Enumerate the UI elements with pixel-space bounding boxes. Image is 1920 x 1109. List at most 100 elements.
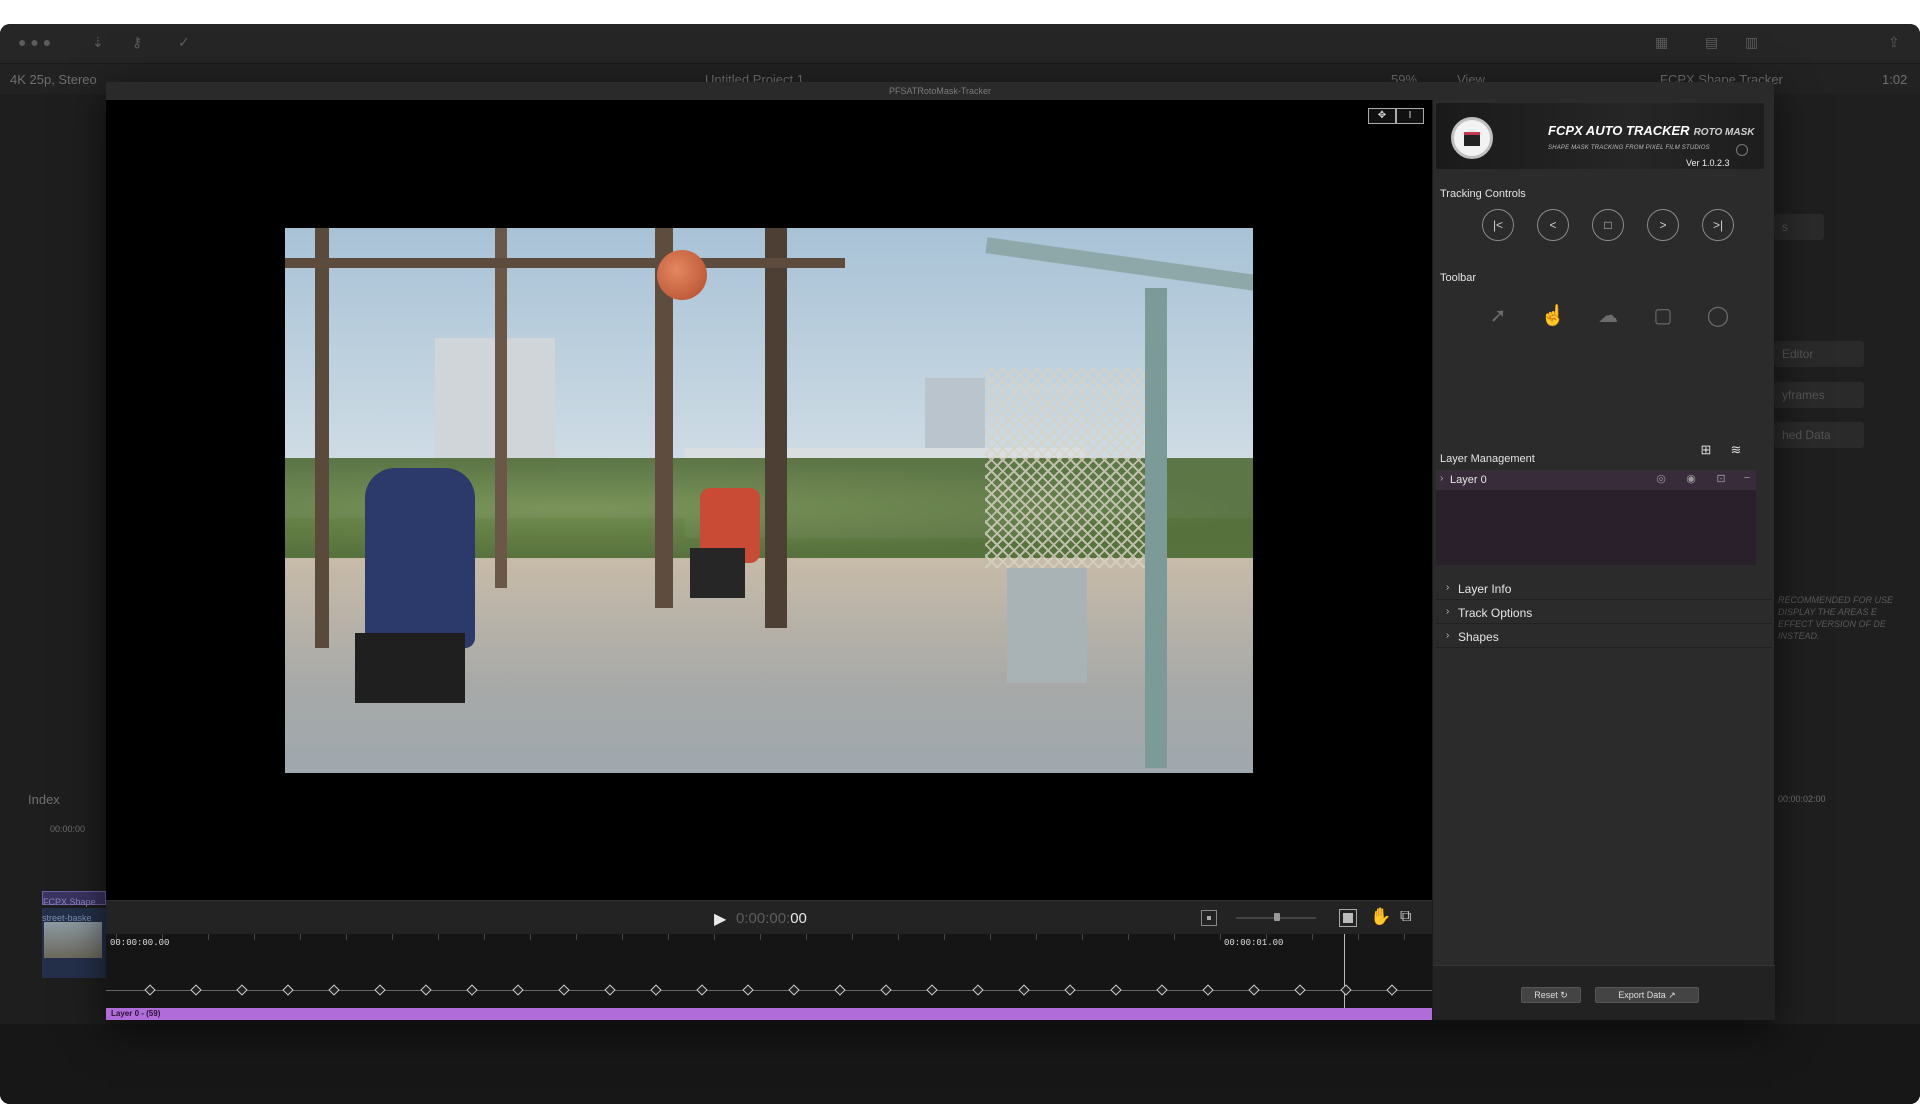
keyframe-marker[interactable]	[236, 984, 248, 996]
keyframe-marker[interactable]	[512, 984, 524, 996]
video-viewer[interactable]: ✥ I	[106, 100, 1432, 900]
stop-icon[interactable]: □	[1592, 209, 1624, 241]
section-layer-info[interactable]: › Layer Info	[1436, 578, 1772, 600]
keyframe-marker[interactable]	[604, 984, 616, 996]
duration: 1:02	[1882, 72, 1908, 87]
timeline-tick	[530, 934, 531, 940]
player-left	[365, 468, 475, 648]
key-icon[interactable]: ⚷	[132, 34, 142, 51]
add-layer-icon[interactable]: ⊞	[1696, 440, 1716, 460]
skip-to-start-icon[interactable]: |<	[1482, 209, 1514, 241]
keyframe-marker[interactable]	[880, 984, 892, 996]
net	[985, 368, 1145, 568]
reset-button[interactable]: Reset ↻	[1521, 987, 1581, 1003]
layout-icon-3[interactable]: ▥	[1745, 34, 1758, 51]
timeline-tick	[484, 934, 485, 940]
keyframe-marker[interactable]	[374, 984, 386, 996]
export-label: Export Data	[1618, 990, 1666, 1000]
layer-row[interactable]: › Layer 0 ◎ ◉ ⊡ −	[1436, 470, 1756, 490]
reset-label: Reset	[1534, 990, 1558, 1000]
pointer-icon[interactable]: ➚	[1482, 300, 1514, 332]
keyframe-marker[interactable]	[282, 984, 294, 996]
chevron-right-icon[interactable]: ›	[1440, 473, 1443, 484]
keyframe-marker[interactable]	[558, 984, 570, 996]
keyframe-marker[interactable]	[650, 984, 662, 996]
ellipse-icon[interactable]: ◯	[1702, 300, 1734, 332]
power-icon[interactable]	[1736, 144, 1748, 156]
rectangle-icon[interactable]: ▢	[1647, 300, 1679, 332]
freehand-shape-icon[interactable]: ☁	[1592, 300, 1624, 332]
keyframe-marker[interactable]	[972, 984, 984, 996]
timeline-tick	[392, 934, 393, 940]
keyframe-marker[interactable]	[1386, 984, 1398, 996]
video-frame[interactable]	[285, 228, 1253, 773]
target-icon[interactable]: ◎	[1652, 472, 1670, 488]
keyframe-marker[interactable]	[420, 984, 432, 996]
keyframe-marker[interactable]	[834, 984, 846, 996]
play-icon[interactable]: ▶	[714, 909, 726, 929]
keyframe-marker[interactable]	[466, 984, 478, 996]
keyframe-marker[interactable]	[788, 984, 800, 996]
unlock-icon[interactable]: ⊡	[1712, 472, 1730, 488]
hoop-pole	[1145, 288, 1167, 768]
timeline-tick	[438, 934, 439, 940]
camera-icon[interactable]: ⧉	[1400, 908, 1411, 926]
zoom-out-icon[interactable]	[1201, 910, 1217, 926]
banner-title-sub: ROTO MASK	[1693, 127, 1755, 138]
export-data-button[interactable]: Export Data ↗	[1595, 987, 1699, 1003]
step-forward-icon[interactable]: >	[1647, 209, 1679, 241]
clip-basket[interactable]: street-baske	[42, 908, 106, 978]
clip-thumbnail	[44, 922, 102, 958]
remove-icon[interactable]: −	[1738, 472, 1756, 488]
timeline-start-time: 00:00:00.00	[110, 938, 170, 948]
section-shapes[interactable]: › Shapes	[1436, 626, 1772, 648]
timeline-tick	[346, 934, 347, 940]
layout-icon-2[interactable]: ▤	[1705, 34, 1718, 51]
keyframe-marker[interactable]	[1064, 984, 1076, 996]
layers-icon[interactable]: ≋	[1726, 440, 1746, 460]
keyframe-marker[interactable]	[1294, 984, 1306, 996]
keyframe-marker[interactable]	[1248, 984, 1260, 996]
clip-shape[interactable]: FCPX Shape	[42, 891, 106, 907]
zoom-slider-knob[interactable]	[1274, 913, 1280, 921]
layer-management-label: Layer Management	[1440, 453, 1535, 465]
keyframe-marker[interactable]	[144, 984, 156, 996]
skip-to-end-icon[interactable]: >|	[1702, 209, 1734, 241]
zoom-in-icon[interactable]	[1339, 909, 1357, 927]
keyframe-marker[interactable]	[328, 984, 340, 996]
transport-bar: ▶ 0:00:00:00 ✋ ⧉	[106, 900, 1432, 934]
keyframe-marker[interactable]	[1156, 984, 1168, 996]
keyframe-marker[interactable]	[926, 984, 938, 996]
move-tool-icon[interactable]: ✥	[1368, 108, 1396, 124]
share-icon[interactable]: ⇪	[1888, 34, 1900, 51]
index-tab[interactable]: Index	[28, 792, 60, 807]
keyframe-marker[interactable]	[742, 984, 754, 996]
step-back-icon[interactable]: <	[1537, 209, 1569, 241]
layer-bar[interactable]: Layer 0 - (59)	[106, 1008, 1432, 1020]
hand-select-icon[interactable]: ☝	[1537, 300, 1569, 332]
check-icon[interactable]: ✓	[178, 34, 190, 51]
section-track-options[interactable]: › Track Options	[1436, 602, 1772, 624]
timeline-tick	[300, 934, 301, 940]
plugin-window: PFSATRotoMask-Tracker ✥ I ▶ 0:00:00:00 ✋…	[106, 82, 1775, 1020]
keyframe-marker[interactable]	[696, 984, 708, 996]
index-timecode: 00:00:00	[50, 824, 86, 834]
keyframe-marker[interactable]	[190, 984, 202, 996]
timeline-tick	[208, 934, 209, 940]
playhead[interactable]	[1344, 934, 1345, 1008]
eye-icon[interactable]: ◉	[1682, 472, 1700, 488]
chevron-right-icon: ›	[1446, 606, 1450, 617]
text-cursor-icon[interactable]: I	[1396, 108, 1424, 124]
chevron-right-icon: ›	[1446, 630, 1450, 641]
timeline-tick	[944, 934, 945, 940]
timeline-tick	[990, 934, 991, 940]
keyframe-marker[interactable]	[1202, 984, 1214, 996]
layout-icon[interactable]: ▦	[1655, 34, 1668, 51]
pole-2	[495, 228, 507, 588]
keyframe-marker[interactable]	[1018, 984, 1030, 996]
download-icon[interactable]: ⇣	[92, 34, 104, 51]
hand-icon[interactable]: ✋	[1370, 907, 1391, 927]
keyframe-marker[interactable]	[1110, 984, 1122, 996]
timeline[interactable]: 00:00:00.00 00:00:01.00 Layer 0 - (59)	[106, 934, 1444, 1020]
keyframe-marker[interactable]	[1340, 984, 1352, 996]
